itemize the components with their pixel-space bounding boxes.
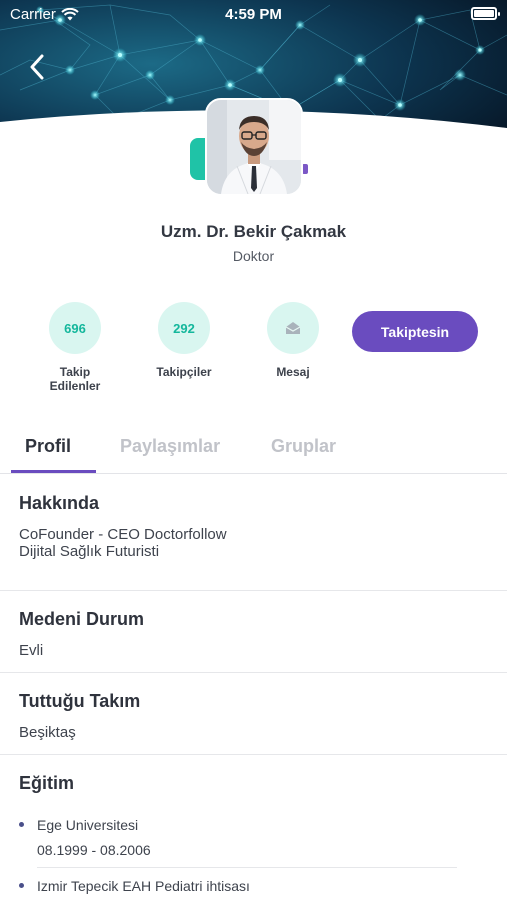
battery-icon: [471, 7, 500, 20]
active-tab-indicator: [11, 470, 96, 473]
about-line-2: Dijital Sağlık Futuristi: [19, 543, 160, 560]
profile-name: Uzm. Dr. Bekir Çakmak: [160, 222, 347, 241]
following-status-button[interactable]: Takiptesin: [352, 311, 478, 352]
education-item: Ege Universitesi 08.1999 - 08.2006: [19, 817, 457, 871]
profile-tabs: Profil Paylaşımlar Gruplar: [0, 424, 507, 474]
education-name: Ege Universitesi: [37, 817, 139, 833]
team-value: Beşiktaş: [19, 724, 76, 741]
section-divider: [0, 590, 507, 591]
tab-profil[interactable]: Profil: [25, 436, 71, 457]
education-name: Izmir Tepecik EAH Pediatri ihtisası: [37, 878, 250, 894]
stat-followers[interactable]: 292 Takipçiler: [139, 302, 229, 379]
section-divider: [0, 754, 507, 755]
chevron-left-icon: [30, 54, 44, 80]
avatar[interactable]: [205, 98, 303, 196]
marital-value: Evli: [19, 642, 44, 659]
education-item: Izmir Tepecik EAH Pediatri ihtisası: [19, 878, 449, 898]
about-title: Hakkında: [19, 493, 100, 513]
message-button[interactable]: [267, 302, 319, 354]
education-title: Eğitim: [19, 773, 75, 793]
about-line-1: CoFounder - CEO Doctorfollow: [19, 526, 227, 543]
team-title: Tuttuğu Takım: [19, 691, 141, 711]
mail-icon: [285, 322, 301, 334]
education-dates: 08.1999 - 08.2006: [37, 842, 151, 858]
following-label: Takip Edilenler: [49, 365, 101, 393]
bullet: [19, 883, 24, 888]
followers-count: 292: [158, 302, 210, 354]
avatar-photo: [207, 100, 301, 194]
followers-label: Takipçiler: [156, 365, 212, 379]
section-divider: [0, 672, 507, 673]
status-bar: Carrier 4:59 PM: [0, 0, 507, 28]
profile-title: Doktor: [232, 248, 275, 264]
tab-gruplar[interactable]: Gruplar: [271, 436, 336, 457]
stat-following[interactable]: 696 Takip Edilenler: [30, 302, 120, 393]
stat-message[interactable]: Mesaj: [248, 302, 338, 379]
item-divider: [37, 867, 457, 868]
tab-paylasimlar[interactable]: Paylaşımlar: [120, 436, 220, 457]
marital-title: Medeni Durum: [19, 609, 145, 629]
back-button[interactable]: [22, 50, 52, 84]
bullet: [19, 822, 24, 827]
avatar-container: [190, 98, 310, 198]
following-count: 696: [49, 302, 101, 354]
message-label: Mesaj: [276, 365, 310, 379]
status-time: 4:59 PM: [225, 6, 282, 23]
